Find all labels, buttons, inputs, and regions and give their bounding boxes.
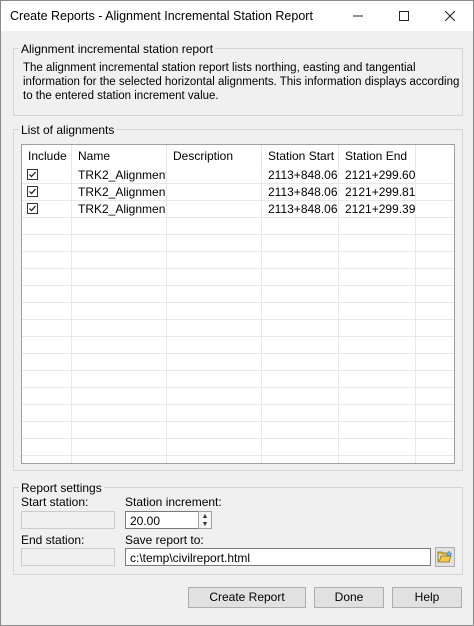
grid-line: [22, 404, 454, 405]
maximize-button[interactable]: [381, 1, 427, 31]
alignments-list[interactable]: Include Name Description Station Start S…: [21, 144, 455, 464]
window-title: Create Reports - Alignment Incremental S…: [10, 9, 313, 23]
start-station-label: Start station:: [21, 495, 89, 509]
column-header-station-end[interactable]: Station End: [339, 145, 416, 167]
minimize-button[interactable]: [335, 1, 381, 31]
station-end-cell: 2121+299.60: [345, 168, 415, 182]
name-cell: TRK2_Alignmen...: [78, 202, 166, 216]
report-settings-group-label: Report settings: [19, 481, 104, 495]
description-cell: [167, 184, 261, 200]
station-end-cell: 2121+299.81: [345, 185, 415, 199]
save-report-path-input[interactable]: c:\temp\civilreport.html: [125, 548, 431, 566]
grid-line: [22, 251, 454, 252]
name-cell: TRK2_Alignmen...: [78, 185, 166, 199]
grid-line: [22, 285, 454, 286]
table-row[interactable]: TRK2_Alignmen... 2113+848.06 2121+299.81: [22, 184, 454, 200]
grid-line: [22, 302, 454, 303]
table-row[interactable]: TRK2_Alignmen... 2113+848.06 2121+299.39: [22, 201, 454, 217]
alignments-group-label: List of alignments: [19, 123, 117, 137]
station-increment-input[interactable]: 20.00: [125, 511, 199, 529]
close-icon: [445, 11, 455, 21]
minimize-icon: [353, 15, 363, 17]
checkmark-icon: [29, 171, 36, 178]
dialog-window: Create Reports - Alignment Incremental S…: [0, 0, 474, 626]
maximize-icon: [399, 11, 409, 21]
include-checkbox[interactable]: [27, 169, 38, 180]
grid-line: [22, 421, 454, 422]
title-bar: Create Reports - Alignment Incremental S…: [1, 1, 473, 31]
grid-line: [22, 217, 454, 218]
grid-line: [22, 336, 454, 337]
include-checkbox[interactable]: [27, 203, 38, 214]
arrow-down-icon[interactable]: ▼: [199, 520, 211, 528]
description-cell: [167, 201, 261, 217]
description-cell: [167, 167, 261, 183]
start-station-field[interactable]: [21, 511, 115, 529]
grid-line: [22, 353, 454, 354]
table-row[interactable]: TRK2_Alignment 2113+848.06 2121+299.60: [22, 167, 454, 183]
end-station-field[interactable]: [21, 548, 115, 566]
browse-button[interactable]: [435, 547, 455, 567]
list-header: Include Name Description Station Start S…: [22, 145, 454, 167]
grid-line: [22, 319, 454, 320]
close-button[interactable]: [427, 1, 473, 31]
column-header-description[interactable]: Description: [167, 145, 262, 167]
help-button[interactable]: Help: [392, 587, 462, 608]
include-checkbox[interactable]: [27, 186, 38, 197]
name-cell: TRK2_Alignment: [78, 168, 166, 182]
station-start-cell: 2113+848.06: [268, 168, 338, 182]
column-header-include[interactable]: Include: [22, 145, 72, 167]
include-cell: [22, 167, 71, 183]
report-info-group-label: Alignment incremental station report: [19, 42, 216, 56]
folder-browse-icon: [437, 550, 453, 563]
include-cell: [22, 201, 71, 217]
include-cell: [22, 184, 71, 200]
grid-line: [22, 455, 454, 456]
grid-line: [22, 387, 454, 388]
station-end-cell: 2121+299.39: [345, 202, 415, 216]
grid-line: [22, 234, 454, 235]
arrow-up-icon[interactable]: ▲: [199, 512, 211, 520]
station-increment-spinner[interactable]: ▲ ▼: [198, 511, 212, 529]
column-header-name[interactable]: Name: [72, 145, 167, 167]
report-description: The alignment incremental station report…: [23, 62, 460, 102]
checkmark-icon: [29, 205, 36, 212]
grid-line: [22, 438, 454, 439]
grid-line: [22, 370, 454, 371]
checkmark-icon: [29, 188, 36, 195]
station-increment-label: Station increment:: [125, 495, 222, 509]
save-report-label: Save report to:: [125, 533, 204, 547]
station-start-cell: 2113+848.06: [268, 202, 338, 216]
grid-line: [22, 268, 454, 269]
end-station-label: End station:: [21, 533, 85, 547]
done-button[interactable]: Done: [314, 587, 384, 608]
station-start-cell: 2113+848.06: [268, 185, 338, 199]
create-report-button[interactable]: Create Report: [188, 587, 306, 608]
column-header-station-start[interactable]: Station Start: [262, 145, 339, 167]
